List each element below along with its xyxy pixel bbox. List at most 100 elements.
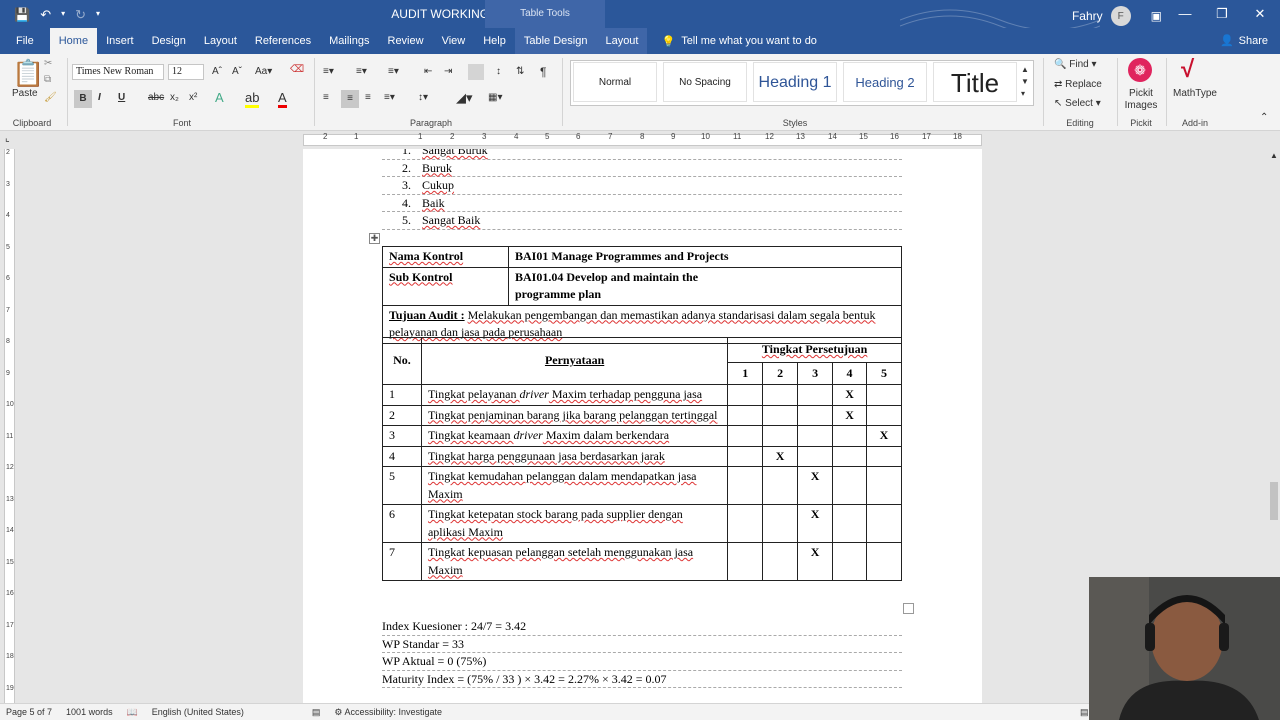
collapse-ribbon-icon[interactable]: ⌃	[1260, 112, 1268, 123]
replace-button[interactable]: ⇄ Replace	[1054, 79, 1102, 90]
pickit-images-button[interactable]: Pickit Images	[1121, 88, 1161, 112]
tab-design[interactable]: Design	[143, 28, 195, 54]
accessibility-icon[interactable]: ⚙	[334, 707, 342, 718]
font-group-label: Font	[172, 118, 191, 128]
style-heading-1[interactable]: Heading 1	[753, 62, 837, 102]
style-title[interactable]: Title	[933, 62, 1017, 102]
ribbon-display-icon[interactable]: ▣	[1151, 9, 1162, 23]
style-no-spacing[interactable]: No Spacing	[663, 62, 747, 102]
row-number: 3	[382, 425, 422, 447]
page-count[interactable]: Page 5 of 7	[6, 707, 52, 717]
statement-text: Tingkat kemudahan pelanggan dalam mendap…	[420, 466, 729, 505]
word-count[interactable]: 1001 words	[66, 707, 113, 717]
change-case-icon[interactable]: Aa▾	[255, 66, 272, 77]
vertical-ruler-number: 5	[6, 243, 10, 251]
font-color-icon[interactable]: A	[278, 90, 287, 108]
tab-selector-icon[interactable]: ⌞	[5, 133, 10, 144]
cut-icon[interactable]: ✂	[44, 58, 52, 69]
table-row: 3 Tingkat keamaan driver Maxim dalam berk…	[382, 425, 902, 447]
tab-insert[interactable]: Insert	[97, 28, 143, 54]
vertical-ruler-number: 9	[6, 369, 10, 377]
tab-help[interactable]: Help	[474, 28, 515, 54]
grow-font-icon[interactable]: Aˆ	[212, 66, 222, 77]
ruler-number: 2	[450, 132, 455, 141]
share-button[interactable]: 👤 Share	[1220, 28, 1268, 54]
minimize-button[interactable]: —	[1166, 0, 1204, 28]
table-resize-handle[interactable]	[903, 603, 914, 614]
paste-label[interactable]: Paste	[12, 88, 38, 99]
tab-mailings[interactable]: Mailings	[320, 28, 378, 54]
document-area[interactable]: 1. Sangat Buruk 2. Buruk 3. Cukup 4. Baik 5. Sang…	[18, 149, 1268, 703]
list-number: 5.	[402, 213, 411, 227]
tab-table-design[interactable]: Table Design	[514, 28, 597, 54]
font-name-field[interactable]: Times New Roman	[72, 64, 164, 80]
tab-table-layout[interactable]: Layout	[596, 28, 648, 54]
tab-layout[interactable]: Layout	[195, 28, 246, 54]
paste-icon[interactable]: 📋	[12, 58, 44, 89]
clear-formatting-icon[interactable]: ⌫	[290, 64, 304, 75]
read-mode-icon[interactable]: ▤	[1080, 707, 1089, 718]
show-hide-icon[interactable]: ¶	[540, 65, 546, 79]
find-button[interactable]: 🔍 Find ▾	[1054, 59, 1097, 70]
vertical-ruler[interactable]: 2 3 4 5 6 7 8 9 10 11 12 13 14 15 16 17 18 19	[0, 149, 18, 703]
text-effects-icon[interactable]: A	[215, 90, 224, 105]
close-button[interactable]: ✕	[1241, 0, 1279, 28]
style-heading-2[interactable]: Heading 2	[843, 62, 927, 102]
table-move-handle-icon[interactable]: ✚	[369, 233, 380, 244]
strikethrough-icon[interactable]: abc	[148, 92, 164, 103]
font-size-field[interactable]: 12	[168, 64, 204, 80]
tab-home[interactable]: Home	[49, 28, 98, 54]
language-indicator[interactable]: English (United States)	[152, 707, 244, 717]
increase-indent-icon[interactable]: ⇥	[444, 66, 452, 77]
user-account[interactable]: Fahry F ▣	[1072, 6, 1162, 26]
vertical-ruler-number: 10	[6, 401, 14, 408]
highlight-icon[interactable]: ab	[245, 90, 260, 108]
line-spacing-icon[interactable]: ↕▾	[418, 92, 428, 103]
format-painter-icon[interactable]: 🖌	[44, 92, 57, 103]
pickit-icon[interactable]: ❁	[1128, 58, 1152, 82]
subscript-icon[interactable]: x₂	[170, 92, 179, 103]
align-center-icon[interactable]: ≡	[341, 90, 359, 108]
scrollbar-thumb[interactable]	[1270, 482, 1278, 520]
multilevel-list-icon[interactable]: ≡▾	[388, 66, 399, 77]
document-page[interactable]: 1. Sangat Buruk 2. Buruk 3. Cukup 4. Baik 5. Sang…	[303, 149, 982, 703]
sort-az-icon[interactable]: ⇅	[516, 66, 524, 77]
align-right-icon[interactable]: ≡	[365, 92, 371, 103]
replace-label: Replace	[1065, 79, 1102, 90]
tell-me-box[interactable]: 💡 Tell me what you want to do	[661, 28, 816, 54]
track-changes-icon[interactable]: ▤	[312, 707, 321, 718]
rating-cell	[727, 504, 764, 543]
align-left-icon[interactable]: ≡	[323, 92, 329, 103]
tab-file[interactable]: File	[0, 28, 50, 54]
table-tools-band: Table Tools	[485, 0, 605, 28]
bold-icon[interactable]: B	[74, 90, 92, 108]
tab-view[interactable]: View	[433, 28, 475, 54]
copy-icon[interactable]: ⧉	[44, 74, 51, 85]
mathtype-button[interactable]: MathType	[1170, 88, 1220, 99]
scroll-up-icon[interactable]: ▲	[1270, 151, 1278, 160]
justify-icon[interactable]: ≡▾	[384, 92, 395, 103]
lightbulb-icon: 💡	[661, 35, 676, 48]
horizontal-ruler[interactable]: ⌞ 2 1 1 2 3 4 5 6 7 8 9 10 11 12 13 14 15 16 17 18	[0, 131, 1280, 149]
numbering-icon[interactable]: ≡▾	[356, 66, 367, 77]
superscript-icon[interactable]: x²	[189, 92, 197, 103]
select-button[interactable]: ↖ Select ▾	[1054, 98, 1101, 109]
text-direction-icon[interactable]	[468, 64, 484, 80]
shrink-font-icon[interactable]: Aˇ	[232, 66, 242, 77]
underline-icon[interactable]: U	[118, 92, 125, 103]
italic-icon[interactable]: I	[98, 92, 101, 103]
bullets-icon[interactable]: ≡▾	[323, 66, 334, 77]
maximize-button[interactable]: ❐	[1203, 0, 1241, 28]
mathtype-icon[interactable]: √	[1181, 56, 1194, 84]
proofing-icon[interactable]: 📖	[127, 707, 138, 718]
tab-references[interactable]: References	[246, 28, 320, 54]
decrease-indent-icon[interactable]: ⇤	[424, 66, 432, 77]
tab-review[interactable]: Review	[379, 28, 433, 54]
style-normal[interactable]: Normal	[573, 62, 657, 102]
row-number: 6	[382, 504, 422, 543]
shading-icon[interactable]: ◢▾	[456, 90, 473, 106]
sort-icon[interactable]: ↕	[496, 66, 501, 77]
styles-scroll-icon[interactable]: ▲ ▼ ▾	[1021, 64, 1029, 100]
accessibility-status[interactable]: Accessibility: Investigate	[344, 707, 442, 717]
borders-icon[interactable]: ▦▾	[488, 92, 502, 103]
